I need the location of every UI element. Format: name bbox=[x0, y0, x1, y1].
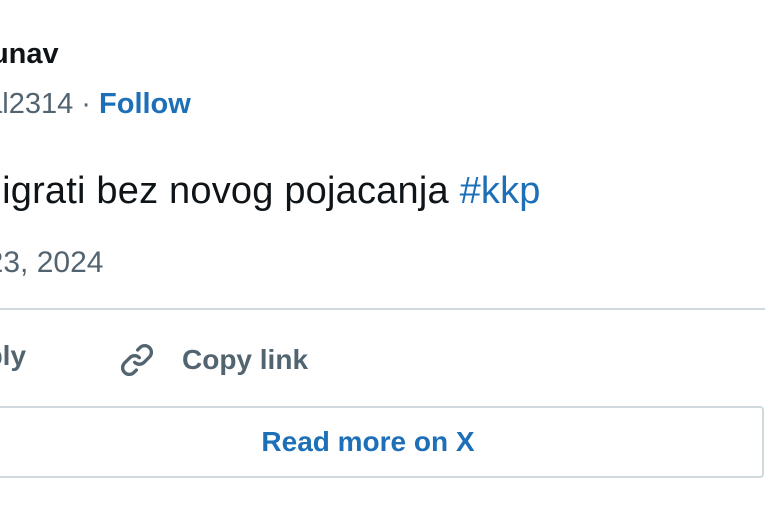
action-divider bbox=[0, 308, 765, 310]
author-display-name[interactable]: Dunav bbox=[0, 38, 59, 71]
tweet-text: e igrati bez novog pojacanja #kkp bbox=[0, 170, 541, 213]
read-more-button[interactable]: Read more on X bbox=[0, 406, 764, 478]
author-handle[interactable]: dal2314 bbox=[0, 88, 73, 120]
read-more-label: Read more on X bbox=[261, 426, 475, 457]
action-row: eply Copy link bbox=[0, 330, 765, 390]
tweet-body: e igrati bez novog pojacanja bbox=[0, 170, 460, 212]
author-handle-row: dal2314 · Follow bbox=[0, 88, 191, 121]
follow-link[interactable]: Follow bbox=[99, 88, 191, 120]
handle-separator: · bbox=[81, 88, 91, 120]
copy-link-label: Copy link bbox=[182, 344, 309, 375]
reply-button[interactable]: eply bbox=[0, 340, 26, 372]
copy-link-button[interactable]: Copy link bbox=[117, 330, 308, 390]
tweet-card: Dunav dal2314 · Follow e igrati bez novo… bbox=[0, 0, 765, 510]
link-icon bbox=[117, 340, 157, 380]
hashtag-link[interactable]: #kkp bbox=[460, 170, 541, 212]
tweet-timestamp[interactable]: t 23, 2024 bbox=[0, 246, 103, 280]
